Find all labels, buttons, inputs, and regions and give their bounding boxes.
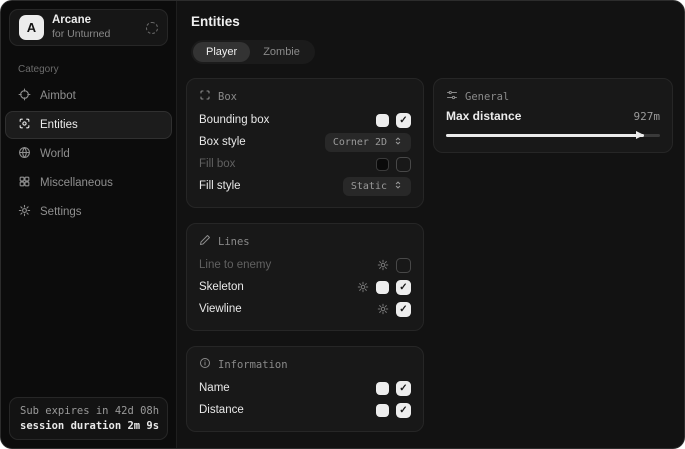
category-label: Category xyxy=(18,64,176,75)
skeleton-color-swatch[interactable] xyxy=(376,281,389,294)
sliders-icon xyxy=(446,89,458,104)
sidebar-item-settings[interactable]: Settings xyxy=(5,198,172,226)
line-to-enemy-label: Line to enemy xyxy=(199,259,377,271)
sidebar: A Arcane for Unturned Category Aimbot En… xyxy=(1,1,177,448)
viewline-checkbox[interactable] xyxy=(396,302,411,317)
viewline-label: Viewline xyxy=(199,303,377,315)
section-title: General xyxy=(465,91,509,103)
box-corners-icon xyxy=(199,89,211,104)
lines-section-card: Lines Line to enemy Skeleton xyxy=(186,223,424,331)
app-logo: A xyxy=(19,15,44,40)
distance-checkbox[interactable] xyxy=(396,403,411,418)
app-subtitle: for Unturned xyxy=(52,28,138,41)
skeleton-row: Skeleton xyxy=(199,276,411,298)
sub-expiry-text: Sub expires in 42d 08h xyxy=(20,405,157,417)
scan-icon xyxy=(18,117,31,133)
globe-icon xyxy=(18,146,31,162)
sidebar-nav: Aimbot Entities World Miscellaneous Sett… xyxy=(1,82,176,226)
subscription-info-card: Sub expires in 42d 08h session duration … xyxy=(9,397,168,440)
sidebar-item-label: Settings xyxy=(40,206,82,218)
fill-box-label: Fill box xyxy=(199,158,376,170)
sidebar-item-label: Aimbot xyxy=(40,90,76,102)
box-style-row: Box style Corner 2D xyxy=(199,131,411,153)
gear-icon xyxy=(18,204,31,220)
slider-thumb[interactable] xyxy=(636,131,644,139)
max-distance-slider[interactable] xyxy=(446,128,660,142)
fill-box-row: Fill box xyxy=(199,153,411,175)
line-to-enemy-row: Line to enemy xyxy=(199,254,411,276)
name-label: Name xyxy=(199,382,376,394)
name-color-swatch[interactable] xyxy=(376,382,389,395)
distance-label: Distance xyxy=(199,404,376,416)
info-icon xyxy=(199,357,211,372)
unfold-icon xyxy=(393,180,403,193)
skeleton-label: Skeleton xyxy=(199,281,357,293)
skeleton-checkbox[interactable] xyxy=(396,280,411,295)
bounding-box-row: Bounding box xyxy=(199,109,411,131)
max-distance-value: 927m xyxy=(634,110,661,123)
fill-style-dropdown[interactable]: Static xyxy=(343,177,411,196)
distance-color-swatch[interactable] xyxy=(376,404,389,417)
bounding-box-label: Bounding box xyxy=(199,114,376,126)
window: A Arcane for Unturned Category Aimbot En… xyxy=(0,0,685,449)
name-row: Name xyxy=(199,377,411,399)
general-section-card: General Max distance 927m xyxy=(433,78,673,153)
tab-zombie[interactable]: Zombie xyxy=(250,42,313,62)
bounding-box-color-swatch[interactable] xyxy=(376,114,389,127)
entity-tabs: Player Zombie xyxy=(191,40,315,64)
app-header-card: A Arcane for Unturned xyxy=(9,9,168,46)
section-title: Information xyxy=(218,359,288,371)
sidebar-item-entities[interactable]: Entities xyxy=(5,111,172,139)
name-checkbox[interactable] xyxy=(396,381,411,396)
max-distance-row: Max distance 927m xyxy=(446,109,660,123)
main-panel: Entities Player Zombie Box Bounding box xyxy=(177,1,685,448)
unfold-icon xyxy=(393,136,403,149)
skeleton-settings-gear-icon[interactable] xyxy=(357,281,369,293)
spinner-icon xyxy=(146,22,158,34)
sidebar-item-label: Entities xyxy=(40,119,78,131)
line-to-enemy-checkbox[interactable] xyxy=(396,258,411,273)
sidebar-item-label: World xyxy=(40,148,70,160)
tab-player[interactable]: Player xyxy=(193,42,250,62)
pencil-icon xyxy=(199,234,211,249)
fill-style-label: Fill style xyxy=(199,180,343,192)
fill-box-checkbox[interactable] xyxy=(396,157,411,172)
box-style-label: Box style xyxy=(199,136,325,148)
max-distance-slider-fill xyxy=(446,134,644,137)
app-name: Arcane xyxy=(52,14,138,28)
sidebar-item-miscellaneous[interactable]: Miscellaneous xyxy=(5,169,172,197)
page-title: Entities xyxy=(191,14,673,29)
max-distance-label: Max distance xyxy=(446,109,634,123)
line-to-enemy-settings-gear-icon[interactable] xyxy=(377,259,389,271)
information-section-card: Information Name Distance xyxy=(186,346,424,432)
viewline-row: Viewline xyxy=(199,298,411,320)
session-duration-text: session duration 2m 9s xyxy=(20,420,157,432)
section-title: Lines xyxy=(218,236,250,248)
sidebar-item-label: Miscellaneous xyxy=(40,177,113,189)
distance-row: Distance xyxy=(199,399,411,421)
bounding-box-checkbox[interactable] xyxy=(396,113,411,128)
box-section-card: Box Bounding box Box style Corne xyxy=(186,78,424,208)
section-title: Box xyxy=(218,91,237,103)
grid-icon xyxy=(18,175,31,191)
box-style-dropdown[interactable]: Corner 2D xyxy=(325,133,411,152)
fill-style-row: Fill style Static xyxy=(199,175,411,197)
sidebar-item-aimbot[interactable]: Aimbot xyxy=(5,82,172,110)
crosshair-icon xyxy=(18,88,31,104)
viewline-settings-gear-icon[interactable] xyxy=(377,303,389,315)
sidebar-item-world[interactable]: World xyxy=(5,140,172,168)
fill-box-color-swatch[interactable] xyxy=(376,158,389,171)
